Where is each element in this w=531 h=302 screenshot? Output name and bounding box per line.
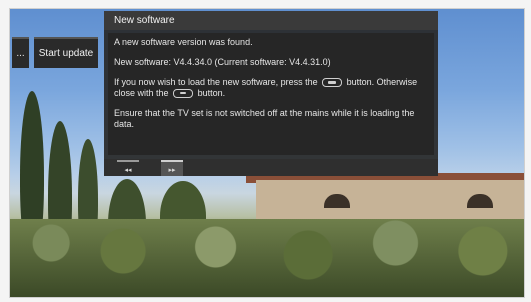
instruction-part-a: If you now wish to load the new software… [114,77,318,87]
remote-ok-icon [322,78,343,88]
next-page-button[interactable]: ▸▸ [161,160,183,176]
previous-page-button[interactable]: ◂◂ [117,160,139,176]
instruction-part-c: button. [197,88,226,98]
warning-message: Ensure that the TV set is not switched o… [114,108,415,129]
dialog-title: New software [104,11,438,30]
remote-exit-icon [173,89,194,99]
dialog-navigation: ◂◂ ▸▸ [104,159,438,176]
tv-screen: ... Start update New software A new soft… [9,8,525,298]
instructions: If you now wish to load the new software… [114,77,428,99]
found-message: A new software version was found. [114,37,253,47]
dialog-body: A new software version was found. New so… [108,33,434,155]
new-software-dialog: New software A new software version was … [104,11,438,176]
bushes [10,219,524,297]
more-options-button[interactable]: ... [12,37,29,68]
start-update-button[interactable]: Start update [34,37,98,68]
version-info: New software: V4.4.34.0 (Current softwar… [114,57,331,67]
